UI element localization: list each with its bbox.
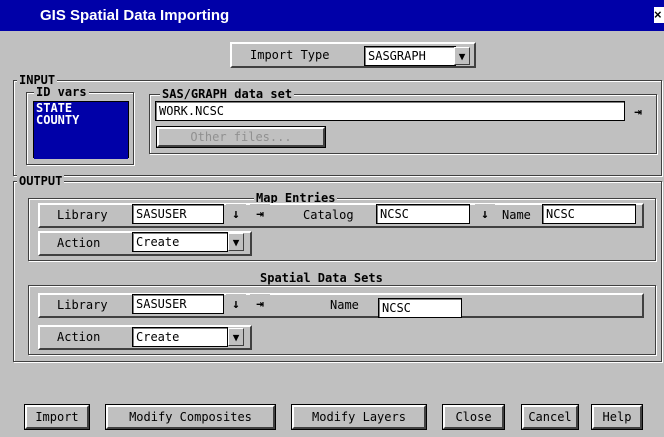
help-button[interactable]: Help xyxy=(591,404,643,430)
select-arrow-icon[interactable]: ⇥ xyxy=(250,294,270,314)
output-group-title: OUTPUT xyxy=(17,174,65,188)
cancel-button[interactable]: Cancel xyxy=(521,404,579,430)
import-type-select[interactable]: SASGRAPH xyxy=(364,46,456,66)
spatial-action-label: Action xyxy=(57,330,101,344)
spatial-library-input[interactable]: SASUSER xyxy=(132,294,224,314)
dropdown-arrow-icon[interactable]: ▼ xyxy=(454,47,470,65)
select-arrow-icon[interactable]: ⇥ xyxy=(628,102,648,122)
map-action-select[interactable]: Create xyxy=(132,232,228,252)
map-catalog-input[interactable]: NCSC xyxy=(376,204,470,224)
id-vars-title: ID vars xyxy=(34,85,89,99)
import-button[interactable]: Import xyxy=(24,404,90,430)
map-action-label: Action xyxy=(57,236,101,250)
sasgraph-dataset-input[interactable]: WORK.NCSC xyxy=(155,101,625,121)
map-library-input[interactable]: SASUSER xyxy=(132,204,224,224)
spatial-library-label: Library xyxy=(57,298,108,312)
map-catalog-label: Catalog xyxy=(303,208,354,222)
map-name-input[interactable]: NCSC xyxy=(542,204,636,224)
import-type-label: Import Type xyxy=(250,48,330,62)
map-name-label: Name xyxy=(502,208,531,222)
list-selection-fill xyxy=(34,126,128,159)
spatial-title: Spatial Data Sets xyxy=(258,271,385,285)
id-vars-list[interactable]: STATE COUNTY xyxy=(33,101,129,159)
spatial-name-label: Name xyxy=(330,298,359,312)
select-arrow-icon[interactable]: ⇥ xyxy=(250,204,270,224)
list-item[interactable]: COUNTY xyxy=(34,114,128,126)
close-icon[interactable]: × xyxy=(654,7,664,23)
down-arrow-icon[interactable]: ↓ xyxy=(226,294,246,314)
close-button[interactable]: Close xyxy=(442,404,505,430)
other-files-button[interactable]: Other files... xyxy=(156,126,326,148)
modify-composites-button[interactable]: Modify Composites xyxy=(105,404,276,430)
dropdown-arrow-icon[interactable]: ▼ xyxy=(228,328,244,346)
sasgraph-title: SAS/GRAPH data set xyxy=(160,87,295,101)
down-arrow-icon[interactable]: ↓ xyxy=(475,204,495,224)
spatial-name-input[interactable]: NCSC xyxy=(378,298,462,318)
modify-layers-button[interactable]: Modify Layers xyxy=(291,404,427,430)
dropdown-arrow-icon[interactable]: ▼ xyxy=(228,233,244,251)
spatial-action-select[interactable]: Create xyxy=(132,327,228,347)
map-library-label: Library xyxy=(57,208,108,222)
window-title: GIS Spatial Data Importing xyxy=(40,7,230,24)
title-bar: GIS Spatial Data Importing × xyxy=(0,0,664,31)
down-arrow-icon[interactable]: ↓ xyxy=(226,204,246,224)
